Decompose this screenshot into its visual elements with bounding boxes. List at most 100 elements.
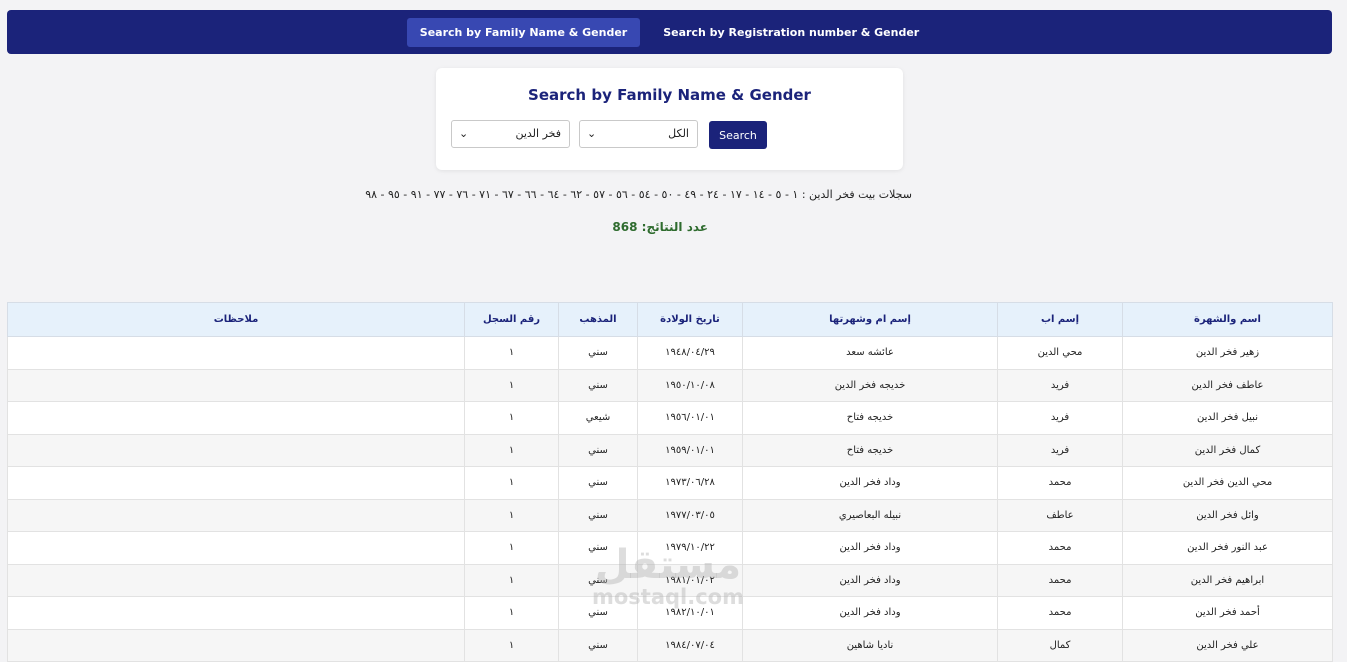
cell-full-name: ابراهيم فخر الدين [1122,563,1333,597]
header-sect: المذهب [558,302,638,337]
cell-sect: سني [558,433,638,467]
gender-select[interactable]: ⌄ الكل [579,120,698,148]
cell-mother-name: وداد فخر الدين [742,563,998,597]
cell-father-name: محمد [997,596,1123,630]
cell-father-name: فريد [997,433,1123,467]
cell-record-number: ١ [464,336,559,370]
cell-sect: سني [558,498,638,532]
cell-record-number: ١ [464,368,559,402]
header-notes: ملاحظات [7,302,465,337]
cell-sect: شيعي [558,401,638,435]
cell-notes [7,433,465,467]
result-count: عدد النتائج: 868 [612,220,708,234]
cell-mother-name: خديجه فتاح [742,401,998,435]
header-full-name: اسم والشهرة [1122,302,1333,337]
cell-notes [7,531,465,565]
cell-father-name: محمد [997,563,1123,597]
cell-record-number: ١ [464,466,559,500]
cell-father-name: محمد [997,531,1123,565]
cell-sect: سني [558,531,638,565]
cell-notes [7,563,465,597]
cell-mother-name: خديجه فخر الدين [742,368,998,402]
search-card: Search by Family Name & Gender ⌄ فخر الد… [436,68,903,170]
cell-notes [7,628,465,662]
table-row: ١ شيعي ١٩٥٦/٠١/٠١ خديجه فتاح فريد نبيل فخر ال… [7,401,1333,435]
cell-father-name: كمال [997,628,1123,662]
cell-full-name: وائل فخر الدين [1122,498,1333,532]
cell-notes [7,401,465,435]
table-row: ١ سني ١٩٧٩/١٠/٢٢ وداد فخر الدين محمد عبد النو… [7,531,1333,565]
cell-notes [7,368,465,402]
table-header-row: ملاحظات رقم السجل المذهب تاريخ الولادة إ… [7,302,1333,337]
cell-mother-name: نبيله البعاصيري [742,498,998,532]
cell-full-name: كمال فخر الدين [1122,433,1333,467]
cell-birth-date: ١٩٨٢/١٠/٠١ [637,596,743,630]
cell-notes [7,596,465,630]
cell-full-name: نبيل فخر الدين [1122,401,1333,435]
table-row: ١ سني ١٩٨٤/٠٧/٠٤ ناديا شاهين كمال علي فخر الد… [7,628,1333,662]
search-card-title: Search by Family Name & Gender [528,86,811,104]
cell-mother-name: ناديا شاهين [742,628,998,662]
table-row: ١ سني ١٩٨٢/١٠/٠١ وداد فخر الدين محمد أحمد فخر… [7,596,1333,630]
cell-birth-date: ١٩٧٣/٠٦/٢٨ [637,466,743,500]
cell-record-number: ١ [464,401,559,435]
cell-father-name: محمد [997,466,1123,500]
chevron-down-icon: ⌄ [459,127,469,140]
cell-sect: سني [558,368,638,402]
family-name-value: فخر الدين [515,127,561,140]
tab-registration-number-gender[interactable]: Search by Registration number & Gender [650,18,932,47]
top-navigation: Search by Family Name & Gender Search by… [7,10,1332,54]
header-father-name: إسم اب [997,302,1123,337]
cell-notes [7,336,465,370]
cell-birth-date: ١٩٨١/٠١/٠٢ [637,563,743,597]
cell-mother-name: عائشه سعد [742,336,998,370]
cell-sect: سني [558,596,638,630]
cell-father-name: فريد [997,368,1123,402]
cell-mother-name: وداد فخر الدين [742,531,998,565]
cell-notes [7,466,465,500]
cell-record-number: ١ [464,498,559,532]
cell-birth-date: ١٩٥٩/٠١/٠١ [637,433,743,467]
cell-full-name: علي فخر الدين [1122,628,1333,662]
cell-record-number: ١ [464,596,559,630]
cell-record-number: ١ [464,563,559,597]
cell-birth-date: ١٩٥٠/١٠/٠٨ [637,368,743,402]
cell-full-name: زهير فخر الدين [1122,336,1333,370]
table-row: ١ سني ١٩٨١/٠١/٠٢ وداد فخر الدين محمد ابراهيم … [7,563,1333,597]
header-mother-name: إسم ام وشهرتها [742,302,998,337]
results-table: ملاحظات رقم السجل المذهب تاريخ الولادة إ… [7,302,1333,662]
cell-full-name: أحمد فخر الدين [1122,596,1333,630]
table-row: ١ سني ١٩٥٩/٠١/٠١ خديجه فتاح فريد كمال فخر الد… [7,433,1333,467]
cell-mother-name: وداد فخر الدين [742,596,998,630]
cell-record-number: ١ [464,628,559,662]
cell-birth-date: ١٩٥٦/٠١/٠١ [637,401,743,435]
cell-record-number: ١ [464,531,559,565]
chevron-down-icon: ⌄ [587,127,597,140]
cell-birth-date: ١٩٨٤/٠٧/٠٤ [637,628,743,662]
header-record-number: رقم السجل [464,302,559,337]
cell-father-name: عاطف [997,498,1123,532]
search-button[interactable]: Search [709,121,767,149]
family-records-line: سجلات بيت فخر الدين : ١ - ٥ - ١٤ - ١٧ - … [365,188,912,201]
cell-mother-name: خديجه فتاح [742,433,998,467]
cell-record-number: ١ [464,433,559,467]
table-row: ١ سني ١٩٧٣/٠٦/٢٨ وداد فخر الدين محمد محي الدي… [7,466,1333,500]
cell-notes [7,498,465,532]
cell-sect: سني [558,336,638,370]
cell-full-name: عاطف فخر الدين [1122,368,1333,402]
table-row: ١ سني ١٩٧٧/٠٣/٠٥ نبيله البعاصيري عاطف وائل فخ… [7,498,1333,532]
table-row: ١ سني ١٩٤٨/٠٤/٢٩ عائشه سعد محي الدين زهير فخر… [7,336,1333,370]
table-row: ١ سني ١٩٥٠/١٠/٠٨ خديجه فخر الدين فريد عاطف فخ… [7,368,1333,402]
cell-father-name: محي الدين [997,336,1123,370]
cell-full-name: عبد النور فخر الدين [1122,531,1333,565]
cell-sect: سني [558,466,638,500]
family-name-select[interactable]: ⌄ فخر الدين [451,120,570,148]
cell-mother-name: وداد فخر الدين [742,466,998,500]
cell-full-name: محي الدين فخر الدين [1122,466,1333,500]
gender-value: الكل [668,127,689,140]
cell-birth-date: ١٩٤٨/٠٤/٢٩ [637,336,743,370]
tab-family-name-gender[interactable]: Search by Family Name & Gender [406,17,641,47]
cell-sect: سني [558,628,638,662]
cell-sect: سني [558,563,638,597]
cell-birth-date: ١٩٧٩/١٠/٢٢ [637,531,743,565]
